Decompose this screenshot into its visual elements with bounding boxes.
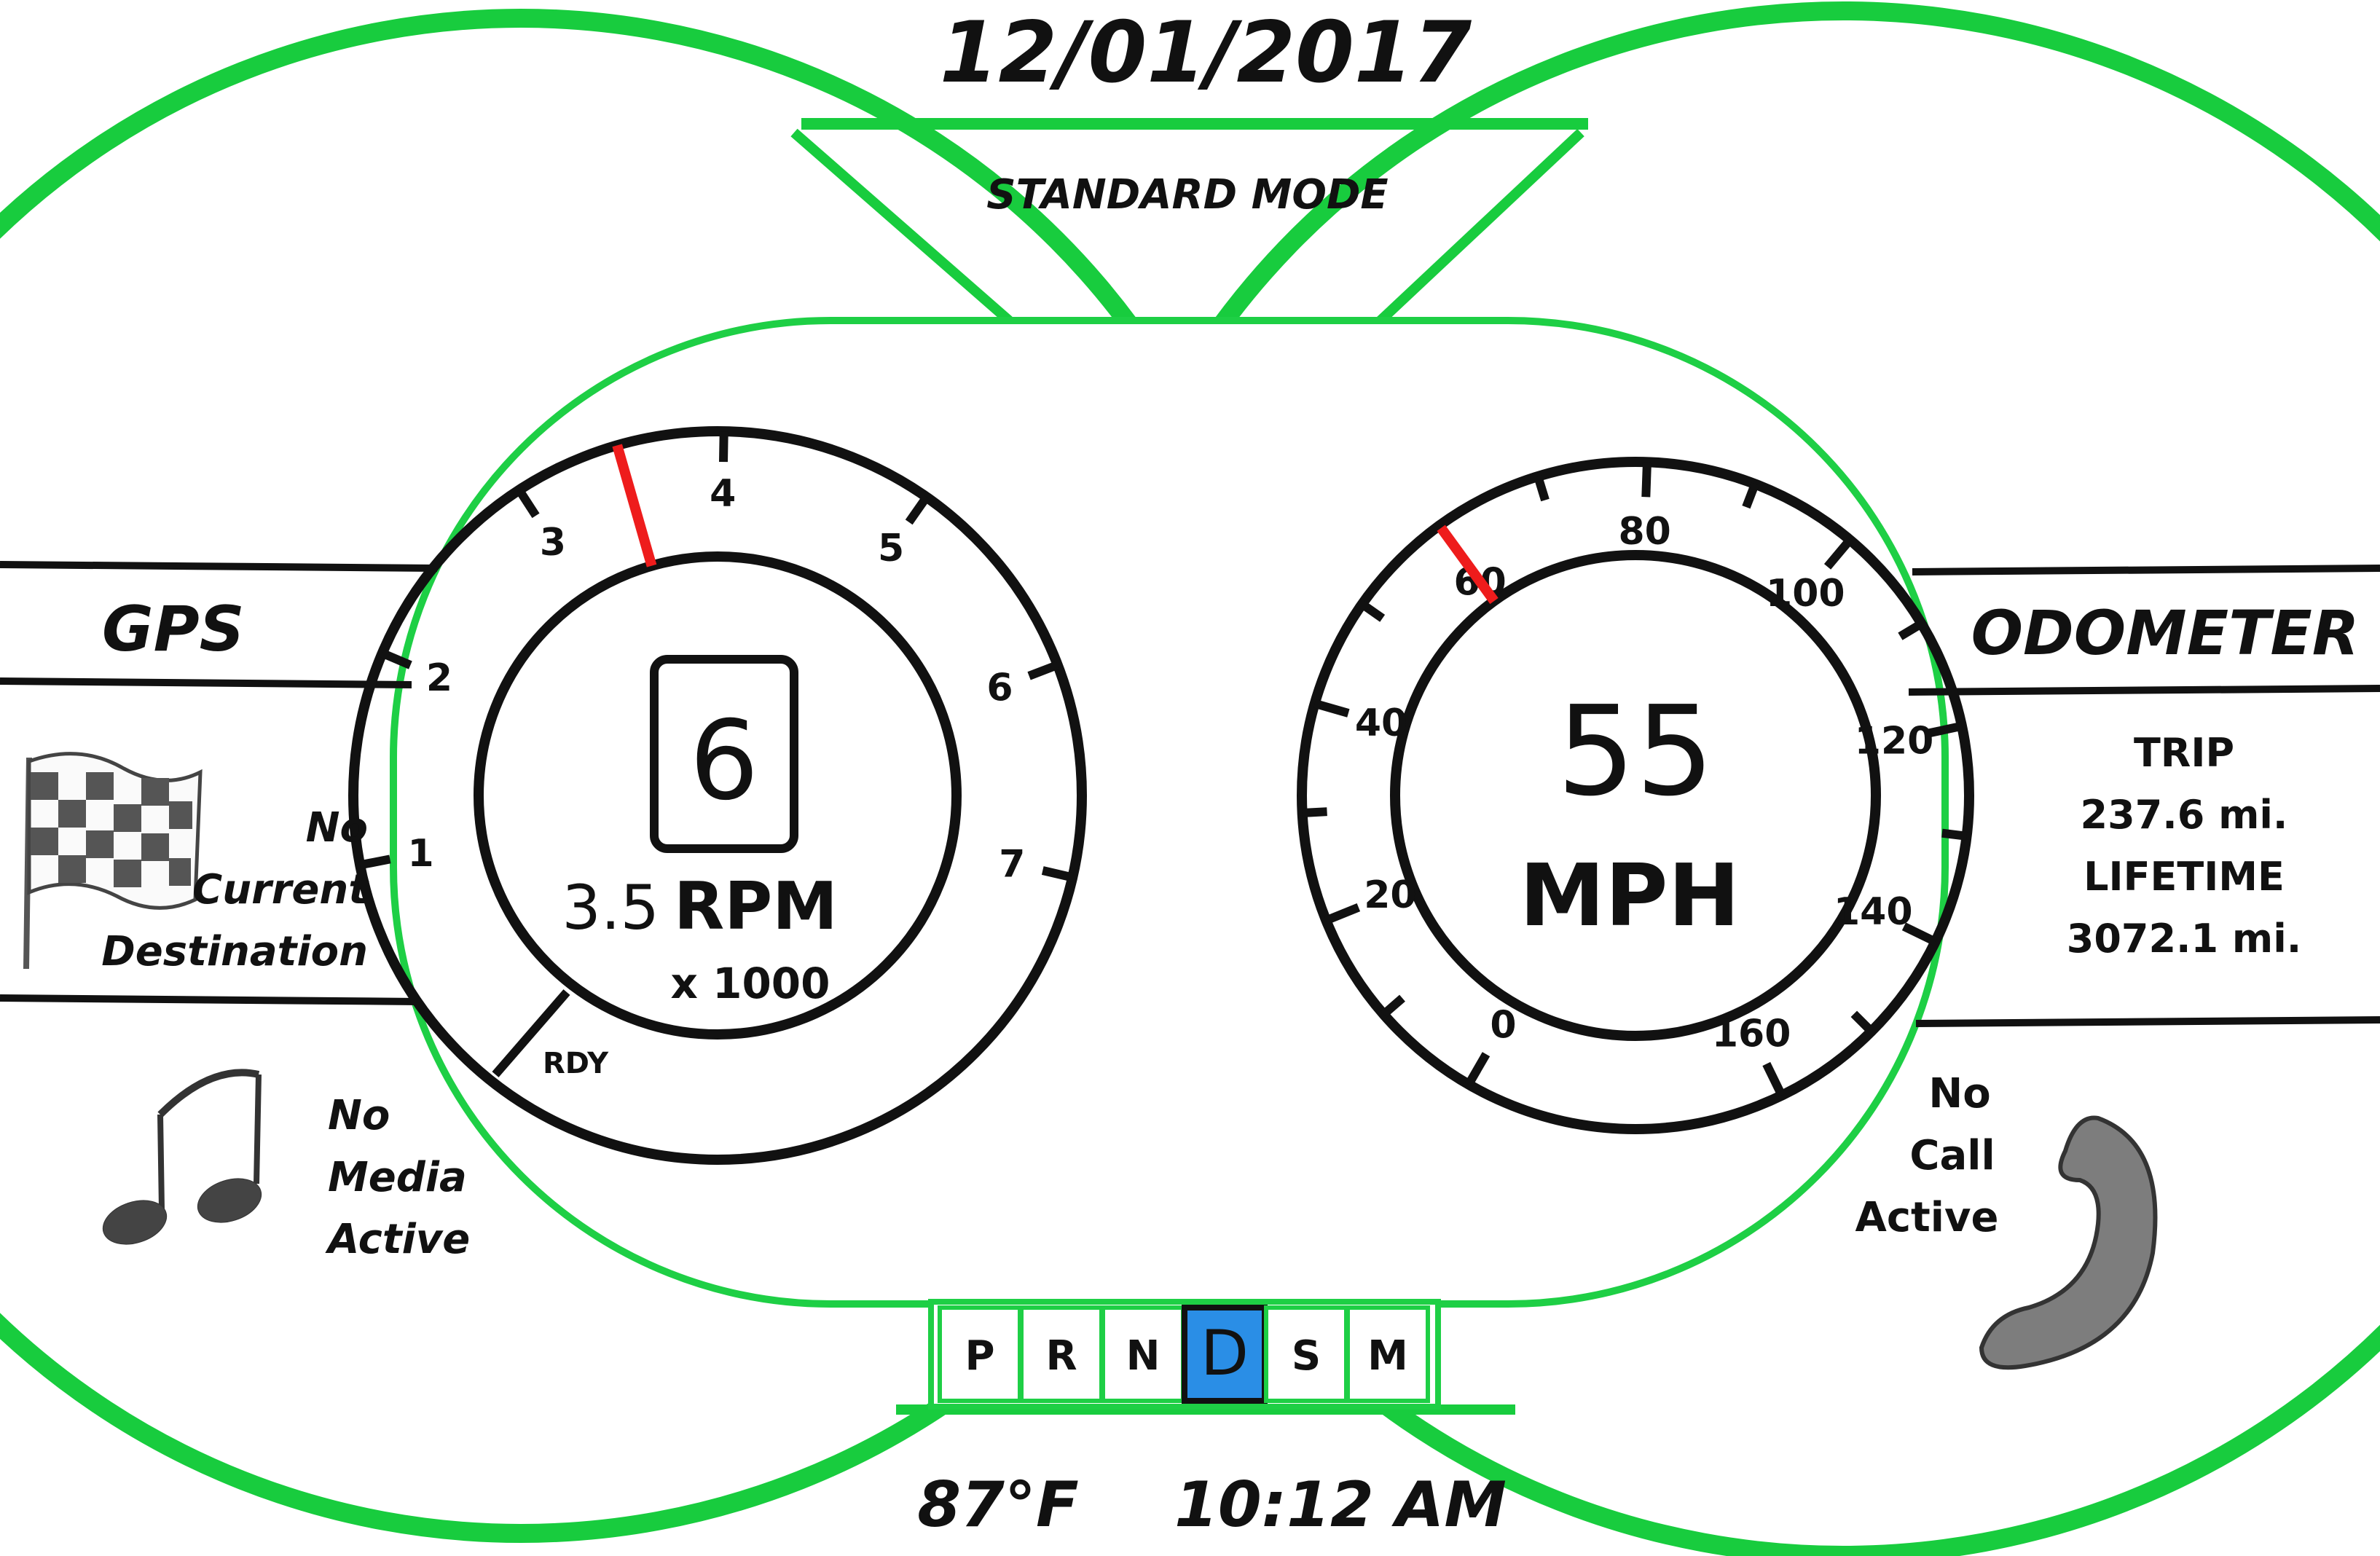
current-gear-value: 6 <box>689 698 758 825</box>
media-status-line-1: No <box>328 1092 390 1139</box>
media-status-line-2: Media <box>328 1154 467 1201</box>
drive-mode-label: STANDARD MODE <box>986 171 1388 219</box>
gps-title: GPS <box>102 593 245 666</box>
tach-scale-label: 2 <box>426 656 452 700</box>
phone-status-line-2: Call <box>1909 1132 1995 1179</box>
odometer-title: ODOMETER <box>1971 597 2360 669</box>
gear-option-label: S <box>1292 1332 1321 1380</box>
temperature-display: 87°F <box>917 1469 1078 1541</box>
odometer-panel: ODOMETER TRIP 237.6 mi. LIFETIME 3072.1 … <box>1971 597 2360 962</box>
speed-scale-label: 160 <box>1712 1012 1791 1056</box>
gps-status-line-3: Destination <box>101 928 368 975</box>
speed-tick <box>1302 807 1327 817</box>
phone-status-line-1: No <box>1928 1070 1990 1117</box>
tach-scale-label: 6 <box>986 666 1013 710</box>
gear-option-p[interactable]: P <box>938 1305 1022 1403</box>
speed-scale-label: 100 <box>1766 572 1845 616</box>
media-panel: No Media Active <box>102 1069 470 1263</box>
gps-status-line-1: No <box>306 804 368 852</box>
rpm-multiplier-label: x 1000 <box>670 959 830 1008</box>
speed-scale-label: 80 <box>1618 510 1670 554</box>
lifetime-label: LIFETIME <box>2084 854 2285 900</box>
gps-status-line-2: Current <box>192 866 369 913</box>
tach-scale-label: 1 <box>408 832 434 876</box>
gps-panel: GPS No Current Destination <box>23 593 369 975</box>
clock-display: 10:12 AM <box>1174 1469 1507 1541</box>
speed-scale-label: 140 <box>1834 890 1913 934</box>
speed-scale-label: 40 <box>1355 702 1407 745</box>
tach-scale-label: 3 <box>540 521 566 565</box>
speed-value: 55 <box>1557 680 1714 824</box>
tach-tick <box>718 431 728 463</box>
gear-selector: P R NDSM <box>928 1299 1441 1410</box>
gear-option-s[interactable]: S <box>1264 1305 1348 1403</box>
trip-value: 237.6 mi. <box>2081 792 2288 838</box>
gear-option-label: N <box>1126 1332 1160 1380</box>
phone-status-line-3: Active <box>1855 1194 1999 1241</box>
tach-tick <box>359 854 391 870</box>
speed-tick <box>1941 828 1968 841</box>
top-band-lower-r <box>1377 128 1584 325</box>
gear-option-label: D <box>1201 1317 1249 1390</box>
gear-option-r[interactable]: R <box>1019 1305 1104 1403</box>
speed-tick <box>1641 462 1652 498</box>
gear-option-m[interactable]: M <box>1346 1305 1430 1403</box>
gear-option-label: P <box>965 1332 994 1380</box>
phone-panel: No Call Active <box>1855 1070 2158 1370</box>
speed-scale-label: 120 <box>1855 720 1934 763</box>
phone-handset-icon <box>1979 1115 2158 1370</box>
music-note-icon <box>102 1069 262 1245</box>
gear-option-label: M <box>1367 1332 1408 1380</box>
lifetime-value: 3072.1 mi. <box>2067 916 2301 962</box>
speed-unit-label: MPH <box>1520 845 1740 946</box>
speed-scale-label: 20 <box>1364 873 1416 917</box>
tach-scale-label: 4 <box>710 472 736 516</box>
media-status-line-3: Active <box>325 1216 470 1263</box>
gear-option-d[interactable]: D <box>1182 1305 1268 1404</box>
rpm-value: 3.5 <box>562 872 659 943</box>
tach-status-label: RDY <box>543 1047 609 1080</box>
gear-option-label: R <box>1045 1332 1077 1380</box>
instrument-cluster: 1234567 RDY 6 3.5 RPM x 1000 02040608010… <box>0 1 2380 1556</box>
trip-label: TRIP <box>2134 730 2234 776</box>
rpm-unit-label: RPM <box>674 868 838 945</box>
gear-option-n[interactable]: N <box>1101 1305 1185 1403</box>
tach-scale-label: 7 <box>999 842 1025 886</box>
date-display: 12/01/2017 <box>940 4 1472 102</box>
tach-scale-label: 5 <box>878 527 904 570</box>
speed-scale-label: 0 <box>1490 1003 1516 1047</box>
